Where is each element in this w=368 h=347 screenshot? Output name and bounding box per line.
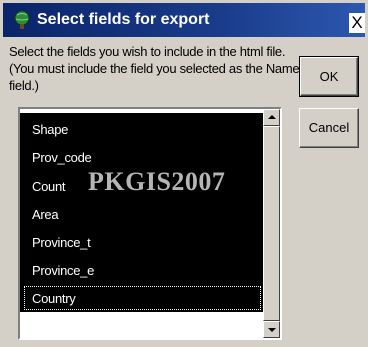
select-fields-dialog: Select fields for export X Select the fi…	[0, 0, 368, 347]
arrow-up-icon	[268, 115, 276, 119]
dialog-title: Select fields for export	[37, 11, 210, 28]
watermark-text: PKGIS2007	[88, 167, 226, 196]
list-item-prov-code[interactable]: Prov_code	[32, 150, 92, 165]
scroll-up-button[interactable]	[263, 109, 280, 126]
instructions-line-3: field.)	[9, 78, 39, 93]
ok-button[interactable]: OK	[299, 56, 359, 97]
list-item-province-t[interactable]: Province_t	[32, 235, 91, 250]
fields-list-area[interactable]: Shape Prov_code Count Area Province_t Pr…	[20, 109, 263, 338]
instructions-text: Select the fields you wish to include in…	[9, 43, 300, 94]
close-button[interactable]: X	[349, 13, 365, 33]
list-item-area[interactable]: Area	[32, 207, 59, 222]
cancel-button[interactable]: Cancel	[299, 108, 359, 148]
list-item-shape[interactable]: Shape	[32, 122, 68, 137]
vertical-scrollbar[interactable]	[263, 109, 280, 338]
globe-icon	[14, 10, 30, 29]
title-bar[interactable]: Select fields for export X	[3, 3, 365, 37]
scroll-thumb[interactable]	[263, 126, 280, 321]
scroll-down-button[interactable]	[263, 321, 280, 338]
list-item-province-e[interactable]: Province_e	[32, 263, 94, 278]
list-item-count[interactable]: Count	[32, 179, 66, 194]
fields-listbox[interactable]: Shape Prov_code Count Area Province_t Pr…	[18, 107, 282, 340]
instructions-line-1: Select the fields you wish to include in…	[9, 44, 286, 59]
arrow-down-icon	[268, 328, 276, 332]
instructions-line-2: (You must include the field you selected…	[9, 61, 300, 76]
list-item-country[interactable]: Country	[32, 291, 76, 306]
